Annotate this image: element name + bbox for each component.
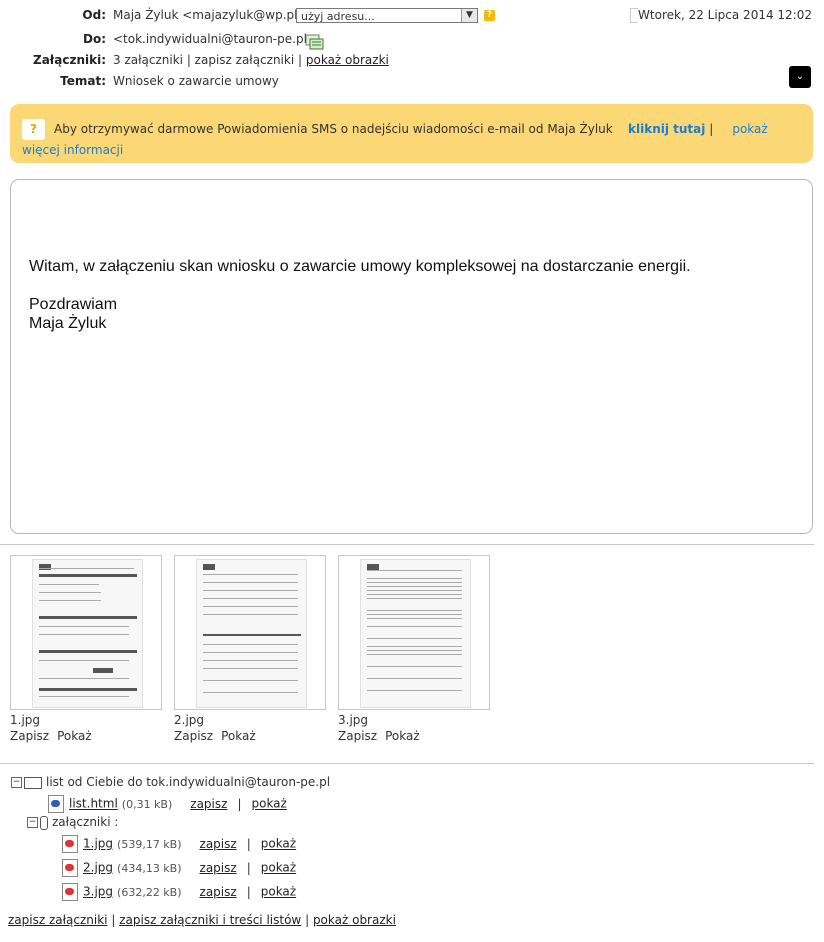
attachments-count: 3 załączniki [113,53,183,67]
separator: | [237,796,242,811]
divider [0,763,814,764]
banner-separator: | [709,122,714,136]
file-size: (434,13 kB) [117,861,182,875]
show-link[interactable]: Pokaż [385,729,420,743]
save-link[interactable]: zapisz [190,797,227,811]
subject-value: Wniosek o zawarcie umowy [113,74,279,88]
save-link[interactable]: Zapisz [174,729,213,743]
show-link[interactable]: pokaż [251,797,286,811]
expand-button[interactable]: ⌄ [789,66,811,88]
image-file-icon [62,835,78,853]
separator: | [246,884,251,899]
show-link[interactable]: pokaż [261,885,296,899]
save-attachments-link[interactable]: zapisz załączniki [195,53,295,67]
file-size: (632,22 kB) [117,885,182,899]
footer-actions: zapisz załączniki | zapisz załączniki i … [8,913,396,927]
image-file-icon [62,883,78,901]
save-link[interactable]: Zapisz [10,729,49,743]
save-attachments-link[interactable]: zapisz załączniki [8,913,108,927]
envelope-icon [24,776,42,789]
document-preview [196,559,307,708]
sms-banner: ? Aby otrzymywać darmowe Powiadomienia SM… [10,104,813,163]
thumbnail-actions: Zapisz Pokaż [338,729,428,743]
thumbnail-filename: 2.jpg [174,713,205,727]
tree-file-row: list.html (0,31 kB) zapisz | pokaż [48,795,287,813]
file-link[interactable]: 1.jpg [83,837,113,851]
show-images-link[interactable]: pokaż obrazki [313,913,396,927]
save-link[interactable]: zapisz [200,885,237,899]
separator: | [246,836,251,851]
separator: | [111,913,116,927]
show-link[interactable]: Pokaż [57,729,92,743]
image-file-icon [62,859,78,877]
separator: | [305,913,310,927]
thumbnail-actions: Zapisz Pokaż [174,729,264,743]
contacts-icon[interactable] [305,34,325,50]
save-link[interactable]: zapisz [200,861,237,875]
divider [0,544,814,545]
tree-file-row: 2.jpg (434,13 kB) zapisz | pokaż [62,859,296,877]
thumbnail-filename: 3.jpg [338,713,369,727]
tree-root-label: list od Ciebie do tok.indywidualni@tauro… [46,775,331,789]
message-line-3: Maja Żyluk [29,315,107,332]
attachments-node-label: załączniki : [52,815,119,829]
file-size: (0,31 kB) [121,797,173,811]
file-link[interactable]: 2.jpg [83,861,113,875]
attachment-thumbnail[interactable] [338,555,490,710]
message-line-2: Pozdrawiam [29,296,118,313]
paperclip-icon [40,815,48,830]
show-link[interactable]: pokaż [261,837,296,851]
from-value: Maja Żyluk <majazyluk@wp.pl> [113,8,308,22]
to-value: <tok.indywidualni@tauron-pe.pl> [113,32,317,46]
message-body: Witam, w załączeniu skan wniosku o zawar… [10,179,813,534]
question-icon: ? [22,119,45,140]
attachment-thumbnail[interactable] [10,555,162,710]
save-link[interactable]: zapisz [200,837,237,851]
tree-file-row: 3.jpg (632,22 kB) zapisz | pokaż [62,883,296,901]
show-link[interactable]: Pokaż [221,729,256,743]
save-all-link[interactable]: zapisz załączniki i treści listów [119,913,301,927]
attachments-node: − załączniki : [27,815,118,830]
thumbnail-actions: Zapisz Pokaż [10,729,100,743]
file-size: (539,17 kB) [117,837,182,851]
subject-label: Temat: [60,74,106,88]
address-select-value: użyj adresu... [301,10,375,23]
message-date: Wtorek, 22 Lipca 2014 12:02 [638,8,812,22]
message-line-1: Witam, w załączeniu skan wniosku o zawar… [29,258,691,275]
help-icon[interactable]: ? [484,10,495,21]
thumbnail-filename: 1.jpg [10,713,41,727]
message-tree-root: − list od Ciebie do tok.indywidualni@taur… [11,775,330,789]
show-images-link[interactable]: pokaż obrazki [306,53,389,67]
document-preview [32,559,143,708]
banner-text: Aby otrzymywać darmowe Powiadomienia SMS… [54,122,613,136]
click-here-link[interactable]: kliknij tutaj [628,122,705,136]
separator: | [246,860,251,875]
from-label: Od: [82,8,106,22]
tree-file-row: 1.jpg (539,17 kB) zapisz | pokaż [62,835,296,853]
attachments-info: 3 załączniki | zapisz załączniki | pokaż… [113,53,389,67]
to-label: Do: [82,32,106,46]
collapse-icon[interactable]: − [11,777,22,788]
document-preview [360,559,471,708]
collapse-icon[interactable]: − [27,817,38,828]
show-link[interactable]: pokaż [261,861,296,875]
file-link[interactable]: 3.jpg [83,885,113,899]
html-file-icon [48,795,64,813]
attachment-thumbnail[interactable] [174,555,326,710]
save-link[interactable]: Zapisz [338,729,377,743]
attachments-label: Załączniki: [33,53,106,67]
chevron-down-icon[interactable]: ▼ [461,9,477,22]
address-select[interactable]: użyj adresu... ▼ [296,8,478,23]
file-link[interactable]: list.html [69,797,118,811]
flag-icon[interactable] [630,8,638,23]
